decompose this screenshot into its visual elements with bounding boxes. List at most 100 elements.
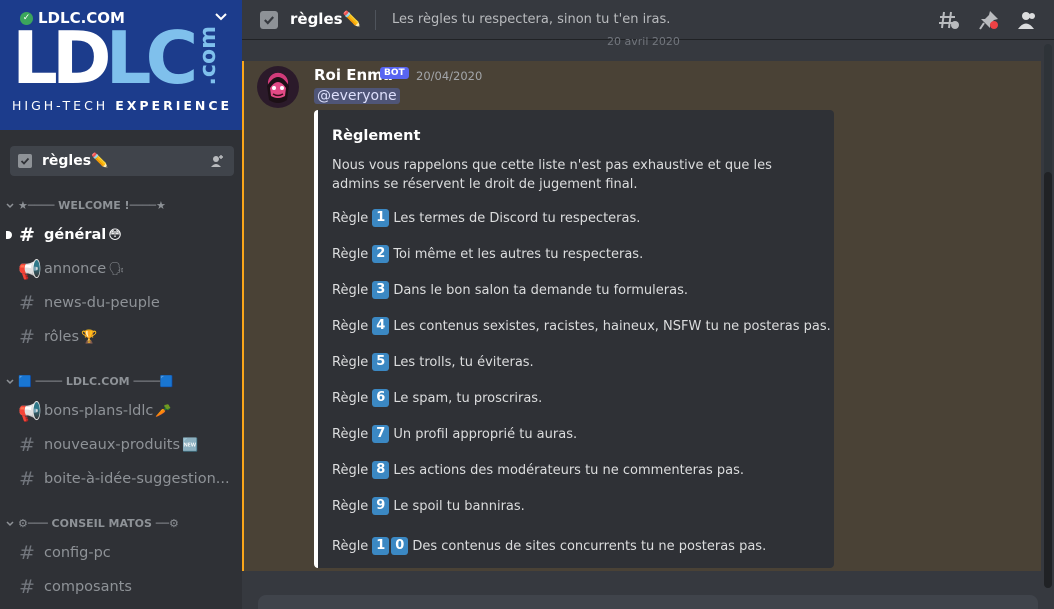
rule-number: 2 <box>368 245 393 263</box>
rule-prefix: Règle <box>332 498 369 514</box>
rule-line: Règle 2 Toi même et les autres tu respecte… <box>332 245 643 263</box>
keycap-digit-icon: 8 <box>372 461 390 479</box>
discord-app: ✓ LDLC.COM LDLC .com HIGH-TECH EXPERIENC… <box>0 0 1054 609</box>
rules-icon <box>18 154 32 168</box>
member-list-icon[interactable] <box>1016 9 1038 31</box>
rule-line: Règle 6 Le spam, tu proscriras. <box>332 389 542 407</box>
rule-line: Règle 5 Les trolls, tu éviteras. <box>332 353 534 371</box>
rule-text: Dans le bon salon ta demande tu formuler… <box>393 282 688 298</box>
channel-general[interactable]: # général 😳 <box>6 220 234 250</box>
channel-annonce[interactable]: 📢 annonce 🗣 <box>10 254 234 284</box>
keycap-digit-icon: 1 <box>372 209 390 227</box>
channel-roles[interactable]: # rôles 🏆 <box>10 322 234 352</box>
rule-prefix: Règle <box>332 538 369 554</box>
rule-line: Règle 1 0 Des contenus de sites concurrents… <box>332 537 766 555</box>
message-composer[interactable] <box>258 595 1038 609</box>
rule-line: Règle 4 Les contenus sexistes, racistes, h… <box>332 317 831 335</box>
rule-number: 3 <box>368 281 393 299</box>
rule-prefix: Règle <box>332 282 369 298</box>
category-welcome[interactable]: ★──── WELCOME !────★ <box>6 199 166 212</box>
rules-icon <box>260 11 278 29</box>
rule-prefix: Règle <box>332 246 369 262</box>
rule-text: Des contenus de sites concurrents tu ne … <box>412 538 767 554</box>
rule-text: Les termes de Discord tu respecteras. <box>393 210 641 226</box>
rule-text: Les actions des modérateurs tu ne commen… <box>393 462 745 478</box>
header-divider <box>375 10 376 30</box>
date-divider: 20 avril 2020 <box>607 35 680 48</box>
channel-composants[interactable]: # composants <box>10 572 234 602</box>
hash-icon: # <box>19 576 35 598</box>
rules-embed: Règlement Nous vous rappelons que cette … <box>314 110 834 568</box>
channel-config-pc[interactable]: # config-pc <box>10 538 234 568</box>
bot-badge: BOT <box>380 67 409 79</box>
rule-number: 6 <box>368 389 393 407</box>
megaphone-icon: 📢 <box>18 400 42 423</box>
rule-number: 1 <box>368 209 393 227</box>
rule-number: 8 <box>368 461 393 479</box>
rule-text: Le spoil tu banniras. <box>393 498 525 514</box>
rule-text: Le spam, tu proscriras. <box>393 390 543 406</box>
logo-com-text: .com <box>196 26 221 86</box>
chevron-down-icon <box>6 202 14 208</box>
keycap-digit-icon: 6 <box>372 389 390 407</box>
keycap-digit-icon: 2 <box>372 245 390 263</box>
channel-news-du-peuple[interactable]: # news-du-peuple <box>10 288 234 318</box>
rule-number: 4 <box>368 317 393 335</box>
hash-icon: # <box>19 224 35 246</box>
rule-prefix: Règle <box>332 354 369 370</box>
channel-nouveaux-produits[interactable]: # nouveaux-produits 🆕 <box>10 430 234 460</box>
rule-number: 5 <box>368 353 393 371</box>
megaphone-icon: 📢 <box>18 258 42 281</box>
rule-text: Toi même et les autres tu respecteras. <box>393 246 644 262</box>
rule-line: Règle 3 Dans le bon salon ta demande tu fo… <box>332 281 688 299</box>
rule-line: Règle 1 Les termes de Discord tu respecter… <box>332 209 640 227</box>
channel-boite-a-idee[interactable]: # boite-à-idée-suggestion... <box>10 464 234 494</box>
pin-icon[interactable] <box>978 9 1000 31</box>
ldlc-logo: LDLC <box>12 16 198 100</box>
server-banner[interactable]: ✓ LDLC.COM LDLC .com HIGH-TECH EXPERIENC… <box>0 0 242 130</box>
rule-prefix: Règle <box>332 462 369 478</box>
header-channel-name: règles✏️ <box>290 10 362 28</box>
rule-number: 9 <box>368 497 393 515</box>
invite-icon[interactable] <box>210 154 224 168</box>
chevron-down-icon <box>6 378 14 384</box>
channel-regles[interactable]: règles✏️ <box>10 146 234 176</box>
channel-topic[interactable]: Les règles tu respectera, sinon tu t'en … <box>392 12 670 27</box>
scrollbar-thumb[interactable] <box>1044 172 1052 588</box>
channel-bons-plans-ldlc[interactable]: 📢 bons-plans-ldlc 🥕 <box>10 396 234 426</box>
mention-highlight-bar <box>242 61 244 571</box>
keycap-digit-icon: 5 <box>372 353 390 371</box>
keycap-digit-icon: 4 <box>372 317 390 335</box>
everyone-mention[interactable]: @everyone <box>314 88 400 104</box>
hash-icon: # <box>19 542 35 564</box>
threads-icon[interactable] <box>938 9 960 31</box>
unread-indicator <box>6 231 12 239</box>
category-ldlc[interactable]: 🟦 ──── LDLC.COM ────🟦 <box>6 375 174 388</box>
hash-icon: # <box>19 292 35 314</box>
channel-sidebar: ✓ LDLC.COM LDLC .com HIGH-TECH EXPERIENC… <box>0 0 242 609</box>
rule-text: Les trolls, tu éviteras. <box>393 354 534 370</box>
banner-tagline: HIGH-TECH EXPERIENCE <box>12 98 233 113</box>
keycap-digit-icon: 7 <box>372 425 390 443</box>
rule-number: 10 <box>368 537 412 555</box>
rule-prefix: Règle <box>332 318 369 334</box>
keycap-digit-icon: 9 <box>372 497 390 515</box>
rule-text: Un profil approprié tu auras. <box>393 426 578 442</box>
category-conseil-matos[interactable]: ⚙─── CONSEIL MATOS ──⚙ <box>6 517 179 530</box>
rule-text: Les contenus sexistes, racistes, haineux… <box>393 318 831 334</box>
rule-prefix: Règle <box>332 210 369 226</box>
hash-icon: # <box>19 326 35 348</box>
keycap-digit-icon: 1 <box>372 537 390 555</box>
channel-header: règles✏️ Les règles tu respectera, sinon… <box>242 0 1054 40</box>
rule-line: Règle 8 Les actions des modérateurs tu ne … <box>332 461 744 479</box>
chat-main: règles✏️ Les règles tu respectera, sinon… <box>242 0 1054 609</box>
embed-description: Nous vous rappelons que cette liste n'es… <box>332 158 772 192</box>
rule-prefix: Règle <box>332 426 369 442</box>
rule-line: Règle 9 Le spoil tu banniras. <box>332 497 525 515</box>
chevron-down-icon[interactable] <box>214 10 228 24</box>
keycap-digit-icon: 0 <box>391 537 409 555</box>
rule-line: Règle 7 Un profil approprié tu auras. <box>332 425 577 443</box>
embed-title: Règlement <box>332 128 421 144</box>
chevron-down-icon <box>6 520 14 526</box>
avatar[interactable] <box>257 66 299 108</box>
